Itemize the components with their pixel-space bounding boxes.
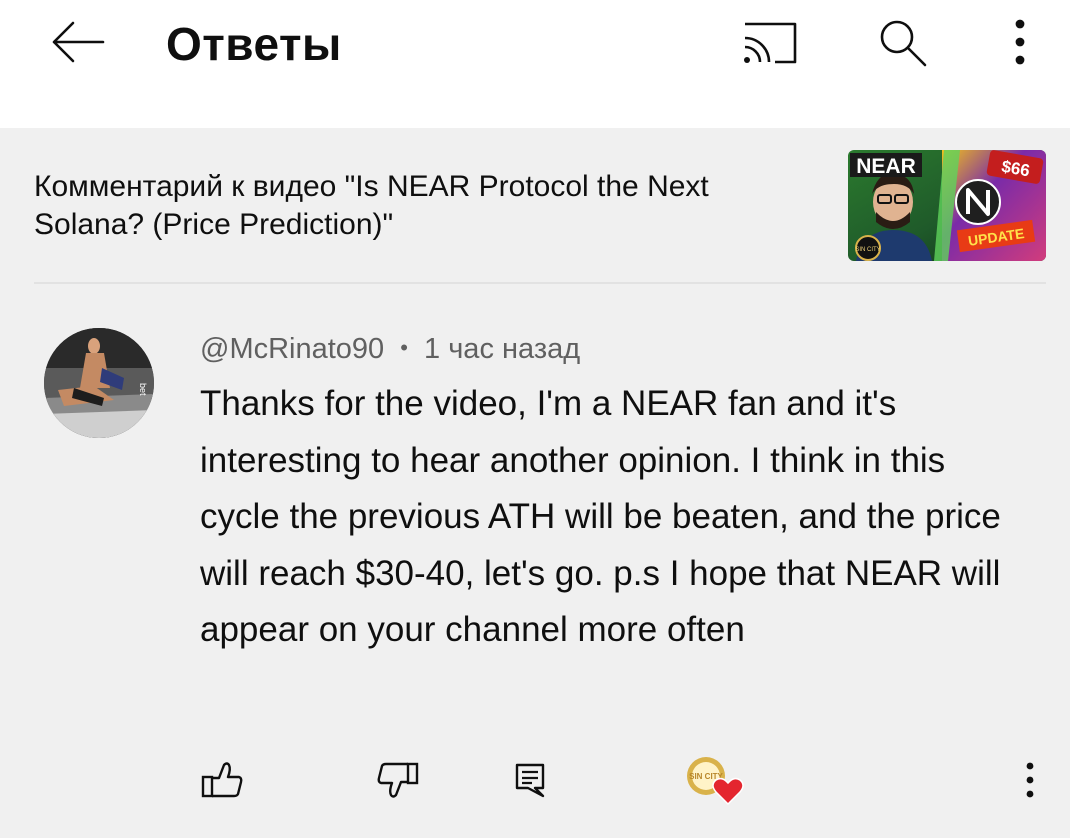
page-title: Ответы (166, 18, 342, 70)
thumbs-down-icon (377, 762, 419, 798)
meta-separator: • (400, 335, 408, 360)
svg-text:bet: bet (138, 383, 148, 396)
search-icon (880, 20, 927, 67)
search-button[interactable] (872, 14, 932, 70)
divider (34, 282, 1046, 284)
video-thumbnail[interactable]: NEAR $66 UPDATE SIN CITY (848, 150, 1046, 261)
comment-author[interactable]: @McRinato90 (200, 333, 384, 365)
like-button[interactable] (196, 752, 248, 808)
back-button[interactable] (50, 14, 106, 70)
cast-button[interactable] (740, 14, 800, 70)
top-app-bar: Ответы (0, 0, 1070, 128)
comment-time: 1 час назад (424, 333, 581, 365)
thumb-channel-logo-text: SIN CITY (855, 247, 880, 253)
avatar-image: bet (44, 328, 154, 438)
creator-heart-badge: SIN CITY (682, 752, 748, 808)
reply-icon (515, 763, 545, 798)
arrow-left-icon (52, 21, 105, 63)
more-vert-icon (1026, 762, 1034, 798)
comment-meta: @McRinato90 • 1 час назад (200, 330, 580, 367)
more-options-button[interactable] (990, 14, 1050, 70)
comment-more-button[interactable] (1010, 752, 1050, 808)
reply-button[interactable] (508, 752, 552, 808)
thumbs-up-icon (201, 762, 243, 798)
thumb-near-text: NEAR (856, 155, 916, 178)
comment-text: Thanks for the video, I'm a NEAR fan and… (200, 384, 1001, 649)
heart-icon (712, 777, 744, 806)
video-context-text[interactable]: Комментарий к видео "Is NEAR Protocol th… (34, 168, 824, 244)
more-vert-icon (1015, 19, 1025, 65)
avatar[interactable]: bet (44, 328, 154, 438)
cast-icon (744, 22, 797, 64)
dislike-button[interactable] (370, 752, 426, 808)
thumbnail-image: NEAR $66 UPDATE SIN CITY (848, 150, 1046, 261)
